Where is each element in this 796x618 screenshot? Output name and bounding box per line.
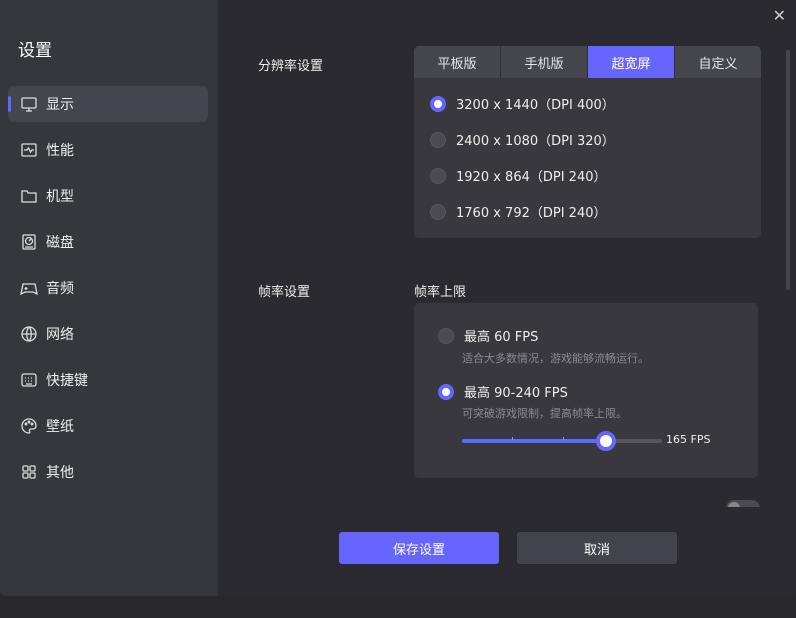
settings-window: 设置 显示性能机型磁盘音频网络快捷键壁纸其他 ✕ 分辨率设置 平板版 手机版 超…	[0, 0, 796, 596]
scrollbar[interactable]	[786, 50, 790, 290]
tab-tablet[interactable]: 平板版	[414, 46, 501, 78]
globe-icon	[21, 326, 37, 342]
radio-indicator	[430, 203, 446, 220]
sidebar-item-0[interactable]: 显示	[8, 86, 208, 122]
fps-240-radio[interactable]: 最高 90-240 FPS	[438, 382, 568, 401]
slider-value: 165 FPS	[666, 433, 711, 446]
sidebar-item-label: 壁纸	[46, 419, 74, 435]
sidebar-item-label: 机型	[46, 189, 74, 205]
resolution-option[interactable]: 3200 x 1440（DPI 400）	[430, 94, 615, 113]
fps-60-radio[interactable]: 最高 60 FPS	[438, 326, 538, 345]
cancel-button[interactable]: 取消	[517, 532, 677, 564]
sidebar-item-4[interactable]: 音频	[8, 270, 208, 306]
keyboard-icon	[21, 373, 37, 387]
option-title: 最高 90-240 FPS	[464, 386, 568, 401]
radio-indicator	[430, 95, 446, 112]
performance-icon	[21, 143, 37, 157]
option-label: 1920 x 864（DPI 240）	[456, 170, 607, 185]
slider-tick	[563, 437, 564, 440]
framerate-sublabel: 帧率上限	[414, 285, 467, 300]
resolution-label: 分辨率设置	[258, 59, 324, 74]
resolution-option[interactable]: 1920 x 864（DPI 240）	[430, 166, 606, 185]
palette-icon	[21, 418, 37, 434]
sidebar-item-8[interactable]: 其他	[8, 454, 208, 490]
sidebar-item-label: 快捷键	[46, 373, 88, 389]
sidebar-item-5[interactable]: 网络	[8, 316, 208, 352]
sidebar-item-1[interactable]: 性能	[8, 132, 208, 168]
gamepad-icon	[20, 283, 38, 296]
disk-icon	[22, 234, 36, 250]
option-label: 2400 x 1080（DPI 320）	[456, 134, 615, 149]
option-title: 最高 60 FPS	[464, 330, 539, 345]
fps-slider[interactable]	[462, 431, 662, 451]
radio-indicator	[430, 167, 446, 184]
framerate-label: 帧率设置	[258, 285, 311, 300]
sidebar-item-3[interactable]: 磁盘	[8, 224, 208, 260]
close-icon[interactable]: ✕	[773, 6, 786, 25]
tab-ultrawide[interactable]: 超宽屏	[588, 46, 675, 78]
resolution-tabs: 平板版 手机版 超宽屏 自定义	[414, 46, 761, 78]
sidebar-item-label: 音频	[46, 281, 74, 297]
sidebar-item-label: 网络	[46, 327, 74, 343]
resolution-option[interactable]: 1760 x 792（DPI 240）	[430, 202, 606, 221]
sidebar-item-label: 显示	[46, 97, 74, 113]
scroll-clip	[700, 507, 790, 527]
sidebar-item-7[interactable]: 壁纸	[8, 408, 208, 444]
save-button[interactable]: 保存设置	[339, 532, 499, 564]
folder-icon	[21, 190, 37, 203]
option-label: 1760 x 792（DPI 240）	[456, 206, 607, 221]
grid-icon	[22, 465, 36, 479]
sidebar-item-6[interactable]: 快捷键	[8, 362, 208, 398]
tab-phone[interactable]: 手机版	[501, 46, 588, 78]
option-desc: 可突破游戏限制，提高帧率上限。	[462, 407, 627, 420]
tab-custom[interactable]: 自定义	[675, 46, 761, 78]
option-desc: 适合大多数情况，游戏能够流畅运行。	[462, 352, 649, 365]
monitor-icon	[21, 97, 37, 112]
sidebar-item-2[interactable]: 机型	[8, 178, 208, 214]
slider-fill	[462, 439, 606, 443]
sidebar-title: 设置	[18, 41, 52, 61]
radio-indicator	[430, 131, 446, 148]
slider-handle[interactable]	[596, 431, 616, 451]
resolution-option[interactable]: 2400 x 1080（DPI 320）	[430, 130, 615, 149]
radio-indicator	[438, 327, 454, 344]
sidebar-item-label: 磁盘	[46, 235, 74, 251]
sidebar-item-label: 性能	[46, 143, 74, 159]
sidebar-item-label: 其他	[46, 465, 74, 481]
sidebar: 设置 显示性能机型磁盘音频网络快捷键壁纸其他	[0, 0, 218, 596]
slider-tick	[512, 437, 513, 440]
radio-indicator	[438, 383, 454, 400]
option-label: 3200 x 1440（DPI 400）	[456, 98, 615, 113]
